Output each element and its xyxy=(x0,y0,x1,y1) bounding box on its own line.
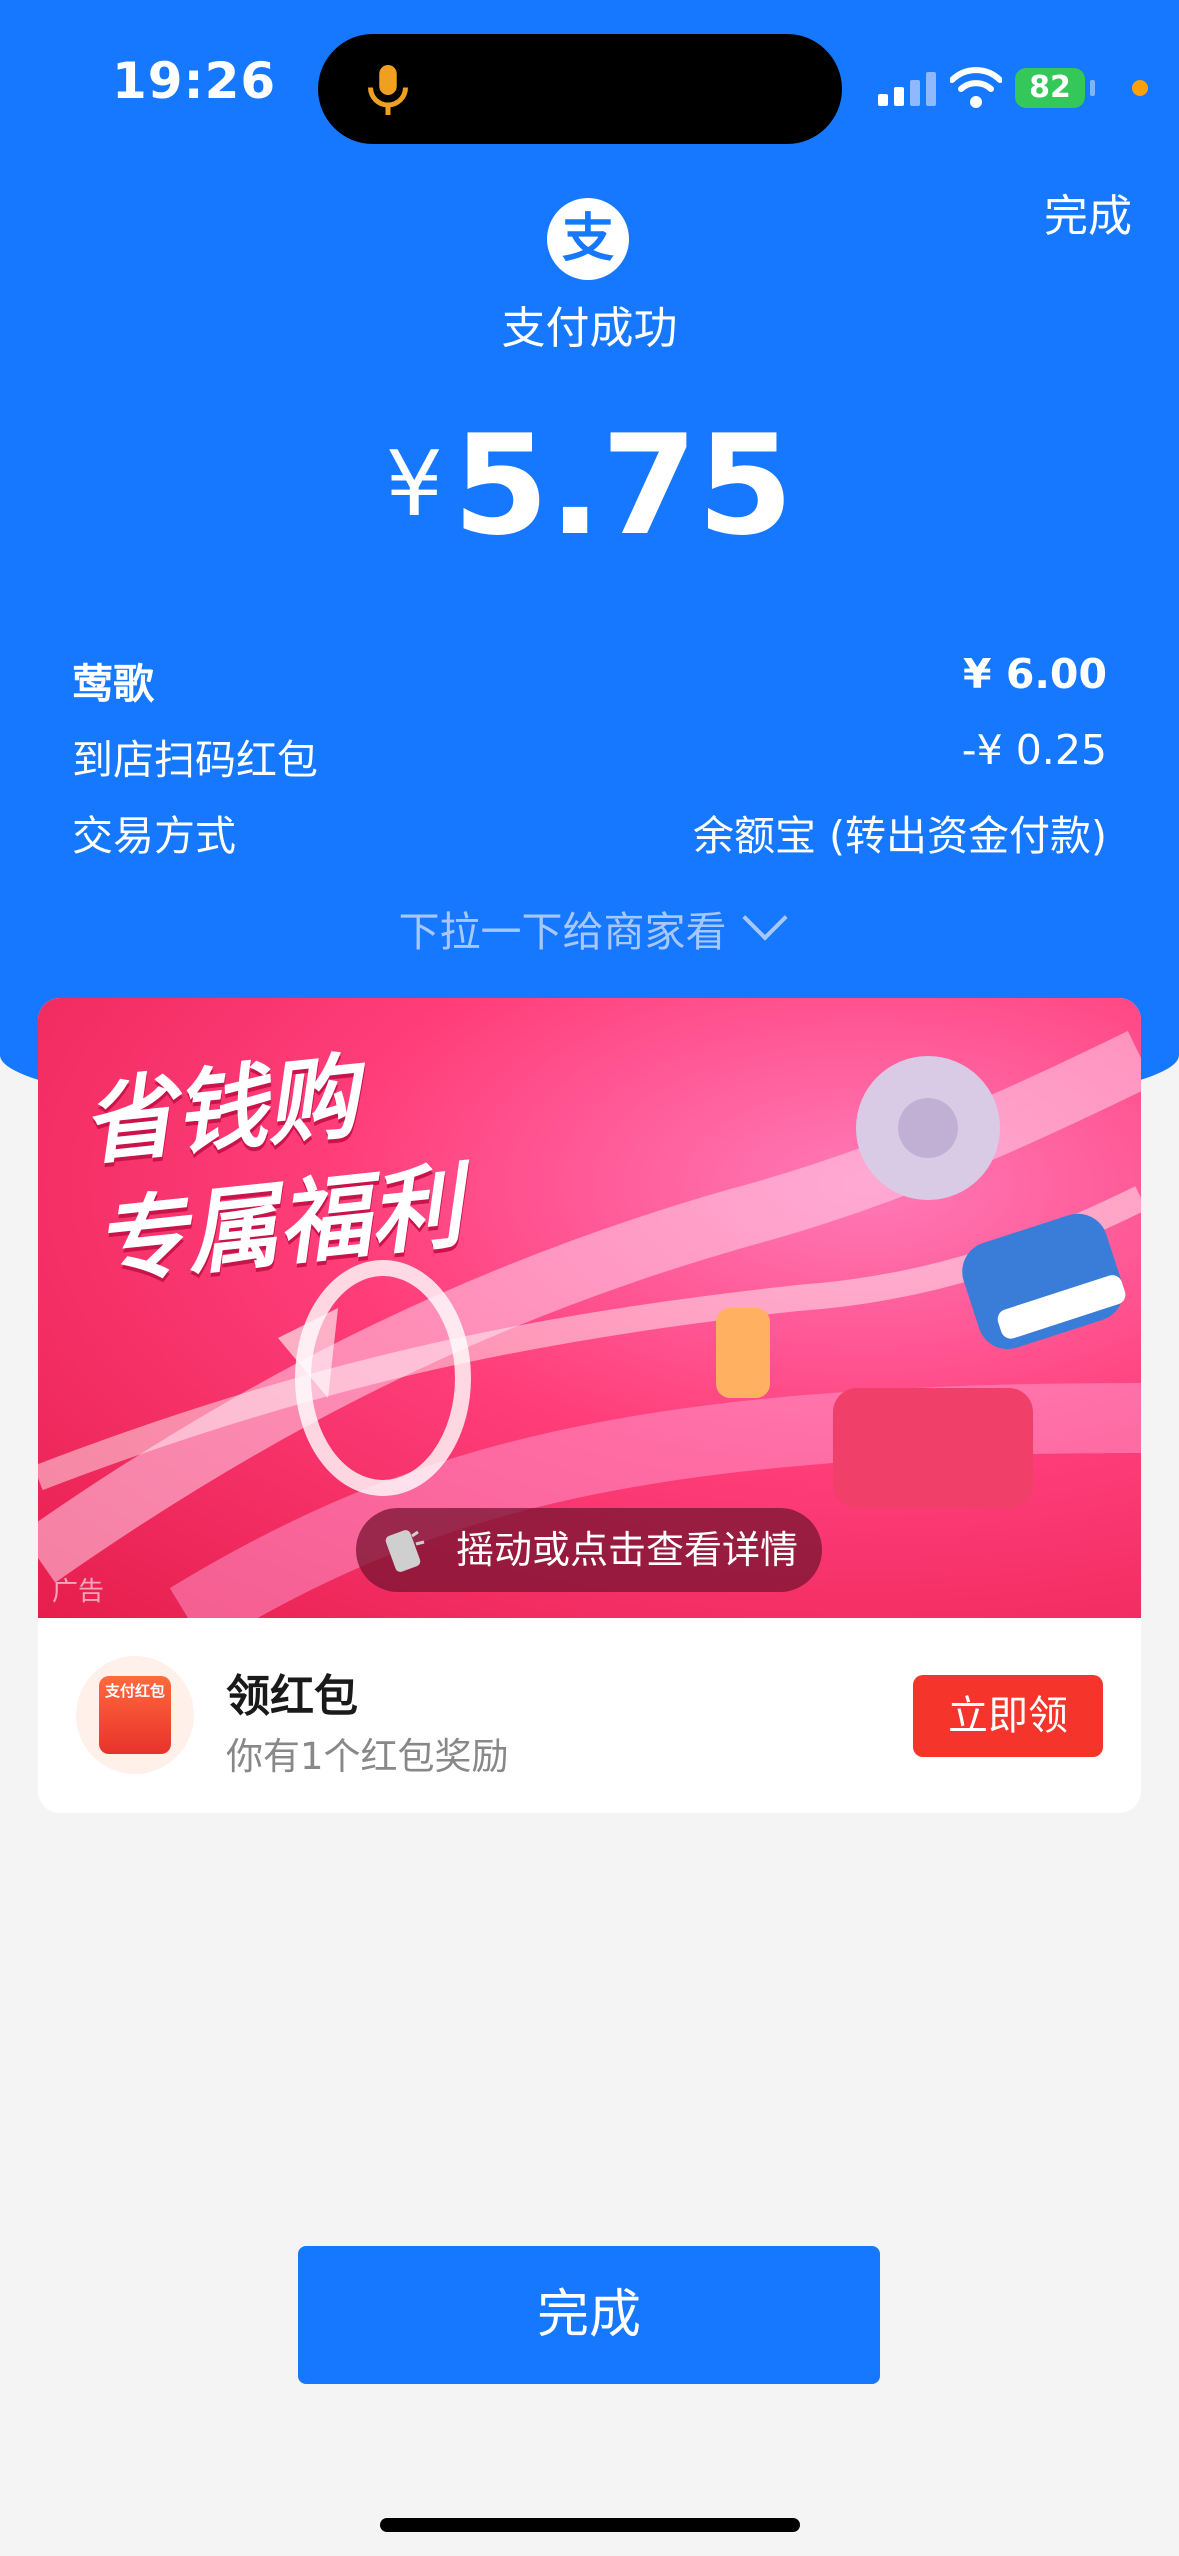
detail-value: -¥ 0.25 xyxy=(961,726,1107,774)
currency-symbol: ¥ xyxy=(385,432,443,537)
detail-value: ¥ 6.00 xyxy=(963,650,1107,698)
payment-success-title: 支付成功 xyxy=(501,303,678,354)
detail-label: 到店扫码红包 xyxy=(72,736,318,784)
detail-row-payment-method: 交易方式 余额宝 (转出资金付款) xyxy=(72,802,1107,862)
top-done-button[interactable]: 完成 xyxy=(1044,180,1132,244)
battery-indicator: 82 xyxy=(1015,68,1085,108)
shake-phone-icon xyxy=(385,1530,425,1572)
ad-card: 省钱购 专属福利 广告 摇动或点击查看详情 支付红包 领红包 你有1个红包奖励 … xyxy=(38,998,1141,1813)
chevron-down-icon xyxy=(741,895,788,941)
done-button[interactable]: 完成 xyxy=(298,2246,880,2384)
ad-banner[interactable]: 省钱购 专属福利 广告 摇动或点击查看详情 xyxy=(38,998,1141,1618)
ad-label: 广告 xyxy=(52,1577,105,1607)
detail-row-discount: 到店扫码红包 -¥ 0.25 xyxy=(72,726,1107,786)
banner-headline: 省钱购 专属福利 xyxy=(76,1027,467,1304)
privacy-indicator-dot xyxy=(1132,80,1148,96)
shake-text: 摇动或点击查看详情 xyxy=(456,1528,799,1572)
red-packet-title: 领红包 xyxy=(226,1671,358,1722)
wifi-icon xyxy=(950,67,1002,108)
claim-now-button[interactable]: 立即领 xyxy=(913,1675,1103,1757)
red-packet-icon-text: 支付红包 xyxy=(104,1682,165,1700)
amount-value: 5.75 xyxy=(452,405,794,566)
red-packet-icon: 支付红包 xyxy=(76,1656,194,1774)
status-bar: 19:26 82 xyxy=(0,0,1179,170)
battery-tip xyxy=(1090,80,1095,96)
detail-value: 余额宝 (转出资金付款) xyxy=(692,812,1107,860)
red-packet-row: 支付红包 领红包 你有1个红包奖励 立即领 xyxy=(38,1618,1141,1813)
shake-to-view-button[interactable]: 摇动或点击查看详情 xyxy=(356,1508,822,1592)
home-indicator[interactable] xyxy=(380,2518,800,2532)
detail-label: 交易方式 xyxy=(72,812,236,860)
dynamic-island xyxy=(318,34,842,144)
detail-row-merchant: 莺歌 ¥ 6.00 xyxy=(72,650,1107,710)
cellular-signal-icon xyxy=(878,72,936,106)
red-envelope-icon: 支付红包 xyxy=(99,1676,171,1754)
alipay-logo-icon: 支 xyxy=(547,198,629,280)
detail-label: 莺歌 xyxy=(72,660,154,708)
pull-hint-text: 下拉一下给商家看 xyxy=(398,908,727,956)
status-time: 19:26 xyxy=(112,52,277,110)
pull-down-hint[interactable]: 下拉一下给商家看 xyxy=(0,895,1179,958)
red-packet-subtitle: 你有1个红包奖励 xyxy=(226,1735,509,1778)
payment-amount: ¥5.75 xyxy=(0,405,1179,566)
microphone-icon xyxy=(368,65,408,115)
